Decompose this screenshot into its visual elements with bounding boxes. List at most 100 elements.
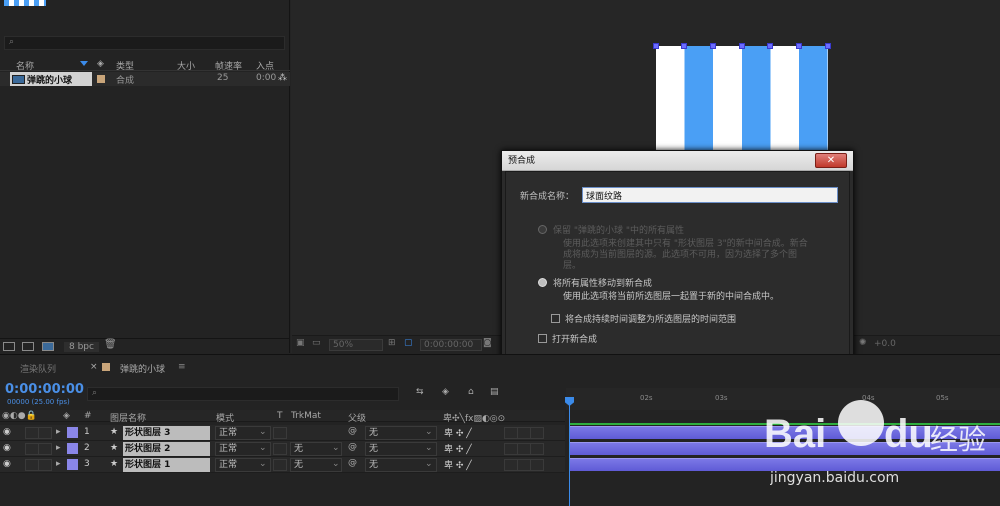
layer-handle[interactable] — [767, 43, 773, 49]
tab-render-queue[interactable]: 渲染队列 — [20, 362, 56, 375]
layer-row[interactable]: ◉ ▸ 2 ★ 形状图层 2 正常 ⌄ 无 ⌄ @ 无 ⌄ 卑 ✣ ╱ — [0, 441, 565, 457]
layer-label-color[interactable] — [67, 459, 78, 470]
eye-icon[interactable]: ◉ — [3, 443, 11, 453]
switch-box[interactable] — [504, 443, 518, 455]
timeline-search-input[interactable]: ⌕ — [87, 387, 399, 401]
layer-handle[interactable] — [739, 43, 745, 49]
label-column-icon: ◈ — [63, 411, 70, 421]
safe-zones-icon[interactable]: ▢ — [404, 338, 413, 348]
col-layer-name[interactable]: 图层名称 — [110, 411, 146, 424]
col-type[interactable]: 类型 — [116, 59, 134, 72]
option-move-attributes-radio[interactable] — [538, 278, 547, 287]
shy-layers-icon[interactable]: ⌂ — [468, 387, 474, 397]
grid-icon[interactable]: ⊞ — [388, 338, 396, 348]
col-fps[interactable]: 帧速率 — [215, 59, 242, 72]
switch-box[interactable] — [517, 443, 531, 455]
layer-label-color[interactable] — [67, 443, 78, 454]
layer-handle[interactable] — [825, 43, 831, 49]
col-name[interactable]: 名称 — [16, 59, 34, 72]
shy-switch-icon[interactable]: 卑 ✣ ╱ — [444, 442, 472, 455]
switch-box[interactable] — [530, 443, 544, 455]
label-color-swatch[interactable] — [97, 75, 105, 83]
switch-box[interactable] — [517, 427, 531, 439]
col-size[interactable]: 大小 — [177, 59, 195, 72]
layer-handle[interactable] — [653, 43, 659, 49]
always-preview-icon[interactable]: ▣ — [296, 338, 305, 348]
trash-icon[interactable]: 🗑 — [104, 339, 117, 350]
zoom-dropdown[interactable]: 50% — [329, 339, 383, 351]
tab-comp[interactable]: 弹跳的小球 — [120, 362, 165, 375]
shape-layer-star-icon: ★ — [110, 459, 119, 469]
exposure-value[interactable]: +0.0 — [874, 339, 896, 349]
new-composition-icon[interactable] — [42, 342, 54, 351]
striped-layer-preview[interactable] — [656, 46, 828, 152]
adjust-duration-label: 将合成持续时间调整为所选图层的时间范围 — [565, 315, 737, 325]
preserve-transparency-switch[interactable] — [273, 427, 287, 439]
exposure-icon[interactable]: ✺ — [859, 338, 867, 348]
watermark-cn: 经验 — [930, 423, 987, 456]
dialog-close-button[interactable]: ✕ — [815, 153, 847, 168]
watermark-brand-du: du — [884, 412, 933, 456]
frame-count-display: 00000 (25.00 fps) — [7, 398, 70, 406]
layer-handle[interactable] — [710, 43, 716, 49]
chevron-down-icon: ⌄ — [332, 459, 340, 469]
col-inpoint[interactable]: 入点 — [256, 59, 274, 72]
new-comp-name-input[interactable] — [582, 187, 838, 203]
switch-box[interactable] — [504, 427, 518, 439]
solo-switch[interactable] — [25, 459, 39, 471]
bit-depth-button[interactable]: 8 bpc — [64, 342, 99, 352]
shape-layer-star-icon: ★ — [110, 427, 119, 437]
layer-name[interactable]: 形状图层 1 — [123, 458, 210, 472]
layer-handle[interactable] — [681, 43, 687, 49]
project-item-row[interactable]: 弹跳的小球 合成 25 0:00 ⁂ — [0, 72, 290, 86]
switch-box[interactable] — [517, 459, 531, 471]
shy-switch-icon[interactable]: 卑 ✣ ╱ — [444, 458, 472, 471]
comp-mini-flowchart-icon[interactable]: ⇆ — [416, 387, 424, 397]
interpret-footage-icon[interactable] — [3, 342, 15, 351]
current-time-display[interactable]: 0:00:00:00 — [5, 382, 84, 397]
layer-handle[interactable] — [796, 43, 802, 49]
layer-number: 2 — [84, 443, 90, 453]
lock-switch[interactable] — [38, 427, 52, 439]
pick-whip-icon[interactable]: @ — [348, 426, 357, 436]
switch-box[interactable] — [504, 459, 518, 471]
frame-blending-icon[interactable]: ▤ — [490, 387, 499, 397]
preserve-transparency-switch[interactable] — [273, 443, 287, 455]
shy-switch-icon[interactable]: 卑 ✣ ╱ — [444, 426, 472, 439]
preserve-transparency-switch[interactable] — [273, 459, 287, 471]
project-column-header: 名称 ◈ 类型 大小 帧速率 入点 — [0, 58, 290, 72]
lock-switch[interactable] — [38, 459, 52, 471]
layer-label-color[interactable] — [67, 427, 78, 438]
pick-whip-icon[interactable]: @ — [348, 442, 357, 452]
solo-switch[interactable] — [25, 443, 39, 455]
eye-icon[interactable]: ◉ — [3, 427, 11, 437]
eye-icon[interactable]: ◉ — [3, 459, 11, 469]
new-folder-icon[interactable] — [22, 342, 34, 351]
layer-row[interactable]: ◉ ▸ 1 ★ 形状图层 3 正常 ⌄ @ 无 ⌄ 卑 ✣ ╱ — [0, 425, 565, 441]
viewer-timecode[interactable]: 0:00:00:00 — [420, 339, 482, 351]
pick-whip-icon[interactable]: @ — [348, 458, 357, 468]
tab-menu-icon[interactable]: ≡ — [178, 362, 186, 372]
lock-switch[interactable] — [38, 443, 52, 455]
expand-arrow-icon[interactable]: ▸ — [56, 443, 61, 453]
close-tab-icon[interactable]: × — [90, 362, 98, 372]
option-leave-attributes-radio[interactable] — [538, 225, 547, 234]
draft-3d-icon[interactable]: ◈ — [442, 387, 449, 397]
search-icon: ⌕ — [92, 388, 98, 398]
expand-arrow-icon[interactable]: ▸ — [56, 459, 61, 469]
current-time-indicator[interactable] — [569, 403, 570, 506]
sort-arrow-icon[interactable] — [80, 61, 88, 66]
solo-switch[interactable] — [25, 427, 39, 439]
switch-box[interactable] — [530, 459, 544, 471]
monitor-icon[interactable]: ▭ — [312, 338, 321, 348]
switch-box[interactable] — [530, 427, 544, 439]
layer-name[interactable]: 形状图层 2 — [123, 442, 210, 456]
layer-name[interactable]: 形状图层 3 — [123, 426, 210, 440]
project-search-input[interactable]: ⌕ — [4, 36, 285, 50]
expand-arrow-icon[interactable]: ▸ — [56, 427, 61, 437]
open-new-comp-checkbox[interactable] — [538, 334, 547, 343]
layer-row[interactable]: ◉ ▸ 3 ★ 形状图层 1 正常 ⌄ 无 ⌄ @ 无 ⌄ 卑 ✣ ╱ — [0, 457, 565, 473]
adjust-duration-checkbox[interactable] — [551, 314, 560, 323]
snapshot-icon[interactable]: ◙ — [483, 338, 492, 348]
flowchart-icon[interactable]: ⁂ — [278, 73, 287, 83]
